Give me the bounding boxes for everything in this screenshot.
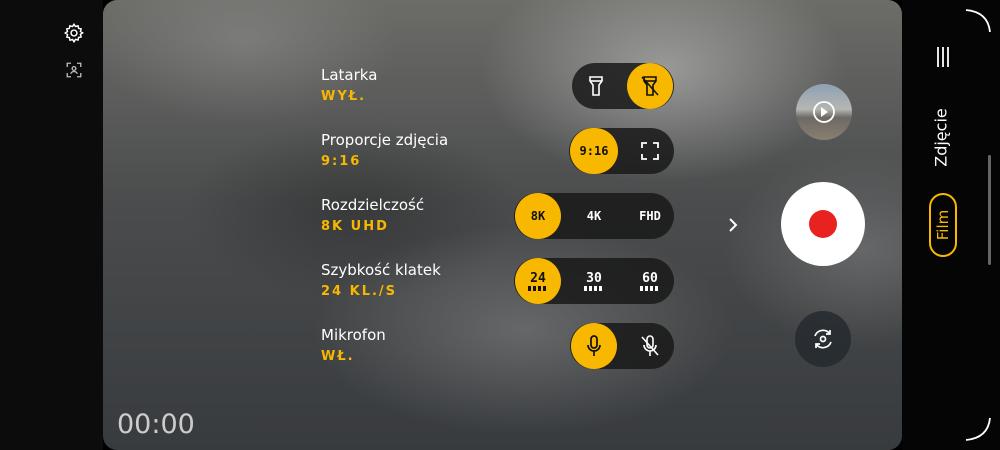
setting-value-frame-rate: 24 KL./S [321,284,398,299]
flashlight-off-icon [641,76,659,96]
flashlight-toggle [572,63,674,109]
fps-60-option[interactable]: 60 [627,258,673,304]
mode-photo-tab[interactable]: Zdjęcie [932,108,951,168]
menu-icon[interactable] [935,46,951,72]
switch-camera-button[interactable] [795,311,851,367]
fps-bars-icon [528,285,548,291]
fps-30-label: 30 [586,270,602,286]
microphone-toggle [570,323,674,369]
resolution-fhd-option[interactable]: FHD [627,193,673,239]
setting-label-resolution: Rozdzielczość [321,196,425,214]
gallery-thumbnail[interactable] [796,84,852,140]
record-dot-icon [809,210,837,238]
settings-gear-icon[interactable] [59,18,89,48]
setting-value-resolution: 8K UHD [321,219,389,234]
fullscreen-icon [641,142,659,160]
resolution-4k-option[interactable]: 4K [571,193,617,239]
focus-frame-icon[interactable] [59,55,89,85]
setting-label-flashlight: Latarka [321,66,378,84]
setting-value-microphone: WŁ. [321,349,355,364]
fps-30-option[interactable]: 30 [571,258,617,304]
aspect-ratio-toggle: 9:16 [569,128,674,174]
fps-60-label: 60 [642,270,658,286]
microphone-icon [587,335,601,356]
fps-24-option[interactable]: 24 [515,258,561,304]
flashlight-icon [589,76,603,96]
resolution-toggle: 8K 4K FHD [514,193,674,239]
setting-value-aspect-ratio: 9:16 [321,154,362,169]
fps-bars-icon [584,285,604,291]
recording-timer: 00:00 [117,409,195,440]
record-button[interactable] [781,182,865,266]
play-icon [813,101,835,123]
switch-camera-icon [814,329,832,349]
setting-value-flashlight: WYŁ. [321,89,367,104]
fps-24-label: 24 [530,270,546,286]
setting-label-aspect-ratio: Proporcje zdjęcia [321,131,449,149]
flashlight-on-option[interactable] [573,63,619,109]
microphone-on-option[interactable] [571,323,617,369]
mode-film-tab[interactable]: Film [929,193,957,257]
microphone-off-icon [641,335,659,356]
flashlight-off-option[interactable] [627,63,673,109]
ratio-full-option[interactable] [627,128,673,174]
scroll-track[interactable] [988,155,991,265]
setting-label-microphone: Mikrofon [321,326,386,344]
setting-label-frame-rate: Szybkość klatek [321,261,441,279]
corner-arc-icon [965,9,991,33]
fps-bars-icon [640,285,660,291]
corner-arc-icon [965,417,991,441]
resolution-8k-option[interactable]: 8K [515,193,561,239]
ratio-9-16-option[interactable]: 9:16 [570,128,618,174]
mode-film-label: Film [934,209,952,241]
frame-rate-toggle: 24 30 60 [514,258,674,304]
left-toolbar [0,0,103,450]
chevron-right-icon[interactable] [723,214,743,236]
microphone-off-option[interactable] [627,323,673,369]
